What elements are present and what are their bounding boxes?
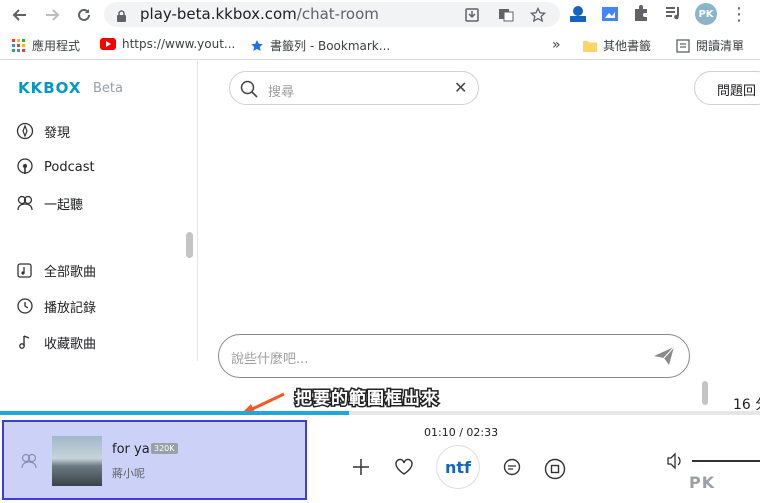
back-arrow-icon[interactable] (10, 5, 30, 25)
sidebar-item-label: 發現 (44, 125, 71, 141)
sidebar-item-listen-together[interactable]: 一起聽 (16, 192, 83, 214)
quality-badge: 320K (151, 443, 178, 454)
bookmark-youtube-label: https://www.yout... (122, 37, 236, 51)
sidebar-item-history[interactable]: 播放記錄 (16, 295, 96, 317)
artist-name[interactable]: 蔣小呢 (112, 465, 145, 481)
menu-kebab-icon[interactable]: ⋮ (730, 4, 748, 25)
sidebar-scrollbar[interactable] (186, 232, 193, 258)
sidebar-item-podcast[interactable]: Podcast (16, 156, 95, 178)
podcast-icon (16, 158, 34, 176)
bookmark-other-label: 其他書籤 (603, 39, 652, 53)
album-cover[interactable] (52, 436, 102, 486)
forward-arrow-icon[interactable] (42, 5, 62, 25)
star-filled-icon (251, 39, 263, 51)
send-icon[interactable] (653, 346, 675, 370)
bookmark-bookmark-bar[interactable]: 書籤列 - Bookmark... (250, 37, 390, 54)
chat-input[interactable]: 說些什麼吧... (218, 334, 690, 378)
annotation-text: 把要的範圍框出來 (294, 388, 440, 411)
sidebar-item-label: 全部歌曲 (44, 264, 97, 280)
bookmark-other[interactable]: 其他書籤 (583, 37, 651, 54)
compass-icon (16, 122, 34, 140)
extension-screenshot-icon[interactable] (600, 4, 620, 24)
star-icon[interactable] (529, 6, 547, 23)
add-icon[interactable] (352, 458, 370, 480)
listen-together-icon (16, 194, 34, 212)
sidebar-item-favorites[interactable]: 收藏歌曲 (16, 331, 96, 353)
sidebar-item-label: Podcast (44, 159, 95, 175)
sidebar-item-label: 收藏歌曲 (44, 336, 97, 352)
reading-list-icon (676, 38, 690, 53)
address-bar[interactable]: play-beta.kkbox.com/chat-room (104, 2, 560, 27)
translate-icon[interactable] (498, 7, 514, 23)
search-box[interactable]: 搜尋 ✕ (229, 71, 479, 105)
folder-icon (583, 40, 597, 52)
url-text: play-beta.kkbox.com/chat-room (140, 5, 379, 23)
playback-progress-fill (0, 411, 349, 415)
logo-beta-label: Beta (93, 81, 123, 96)
selection-rectangle (2, 420, 307, 500)
sidebar-item-all-songs[interactable]: 全部歌曲 (16, 259, 96, 281)
puzzle-icon[interactable] (632, 4, 652, 24)
youtube-icon (100, 38, 116, 50)
media-control-icon[interactable] (664, 4, 684, 24)
chat-main: 搜尋 ✕ 問題回 (199, 61, 760, 361)
url-host: play-beta.kkbox.com (140, 5, 297, 23)
bookmarks-more-button[interactable]: » (552, 37, 561, 53)
bookmark-bookmark-bar-label: 書籤列 - Bookmark... (270, 39, 391, 53)
stop-icon[interactable] (544, 458, 566, 484)
bookmark-apps-label: 應用程式 (32, 39, 81, 53)
sidebar-item-label: 播放記錄 (44, 300, 97, 316)
bookmarks-bar: 應用程式 https://www.yout... 書籤列 - Bookmark.… (0, 32, 760, 60)
heart-icon[interactable] (394, 458, 414, 480)
watermark: PK (689, 473, 716, 492)
extension-nicd-icon[interactable] (568, 4, 588, 24)
reading-list-button[interactable]: 閱讀清單 (676, 37, 744, 54)
bookmark-apps[interactable]: 應用程式 (12, 37, 80, 54)
chat-placeholder: 說些什麼吧... (231, 352, 309, 367)
music-note-icon (16, 333, 34, 351)
browser-toolbar: play-beta.kkbox.com/chat-room PK ⋮ (0, 0, 760, 30)
reading-list-label: 閱讀清單 (696, 39, 745, 53)
ad-logo[interactable]: ntf (436, 445, 480, 489)
playback-time: 01:10 / 02:33 (424, 426, 499, 439)
lock-icon (116, 8, 127, 27)
bookmark-youtube[interactable]: https://www.yout... (100, 37, 235, 51)
report-problem-button[interactable]: 問題回 (694, 71, 760, 105)
url-path: /chat-room (296, 5, 379, 23)
clear-icon[interactable]: ✕ (454, 78, 467, 97)
search-icon (240, 80, 258, 102)
kkbox-logo[interactable]: KKBOX (18, 79, 81, 97)
sidebar-item-discover[interactable]: 發現 (16, 120, 70, 142)
install-icon[interactable] (464, 7, 480, 23)
search-placeholder: 搜尋 (268, 85, 295, 100)
sidebar-item-label: 一起聽 (44, 197, 84, 213)
ad-logo-text: ntf (445, 457, 471, 477)
listen-together-icon[interactable] (20, 452, 38, 474)
chat-scrollbar[interactable] (702, 381, 708, 405)
sidebar: KKBOX Beta 發現 Podcast 一起聽 全部歌曲 播放記錄 收藏歌曲 (0, 61, 198, 361)
song-title[interactable]: for ya (112, 442, 150, 457)
history-icon (16, 297, 34, 315)
volume-slider[interactable] (692, 460, 760, 462)
reload-icon[interactable] (74, 5, 94, 25)
apps-grid-icon (12, 38, 25, 52)
volume-icon[interactable] (666, 452, 684, 474)
profile-avatar[interactable]: PK (695, 3, 717, 25)
comment-icon[interactable] (502, 458, 522, 482)
library-icon (16, 261, 34, 279)
kkbox-page: KKBOX Beta 發現 Podcast 一起聽 全部歌曲 播放記錄 收藏歌曲… (0, 61, 760, 503)
